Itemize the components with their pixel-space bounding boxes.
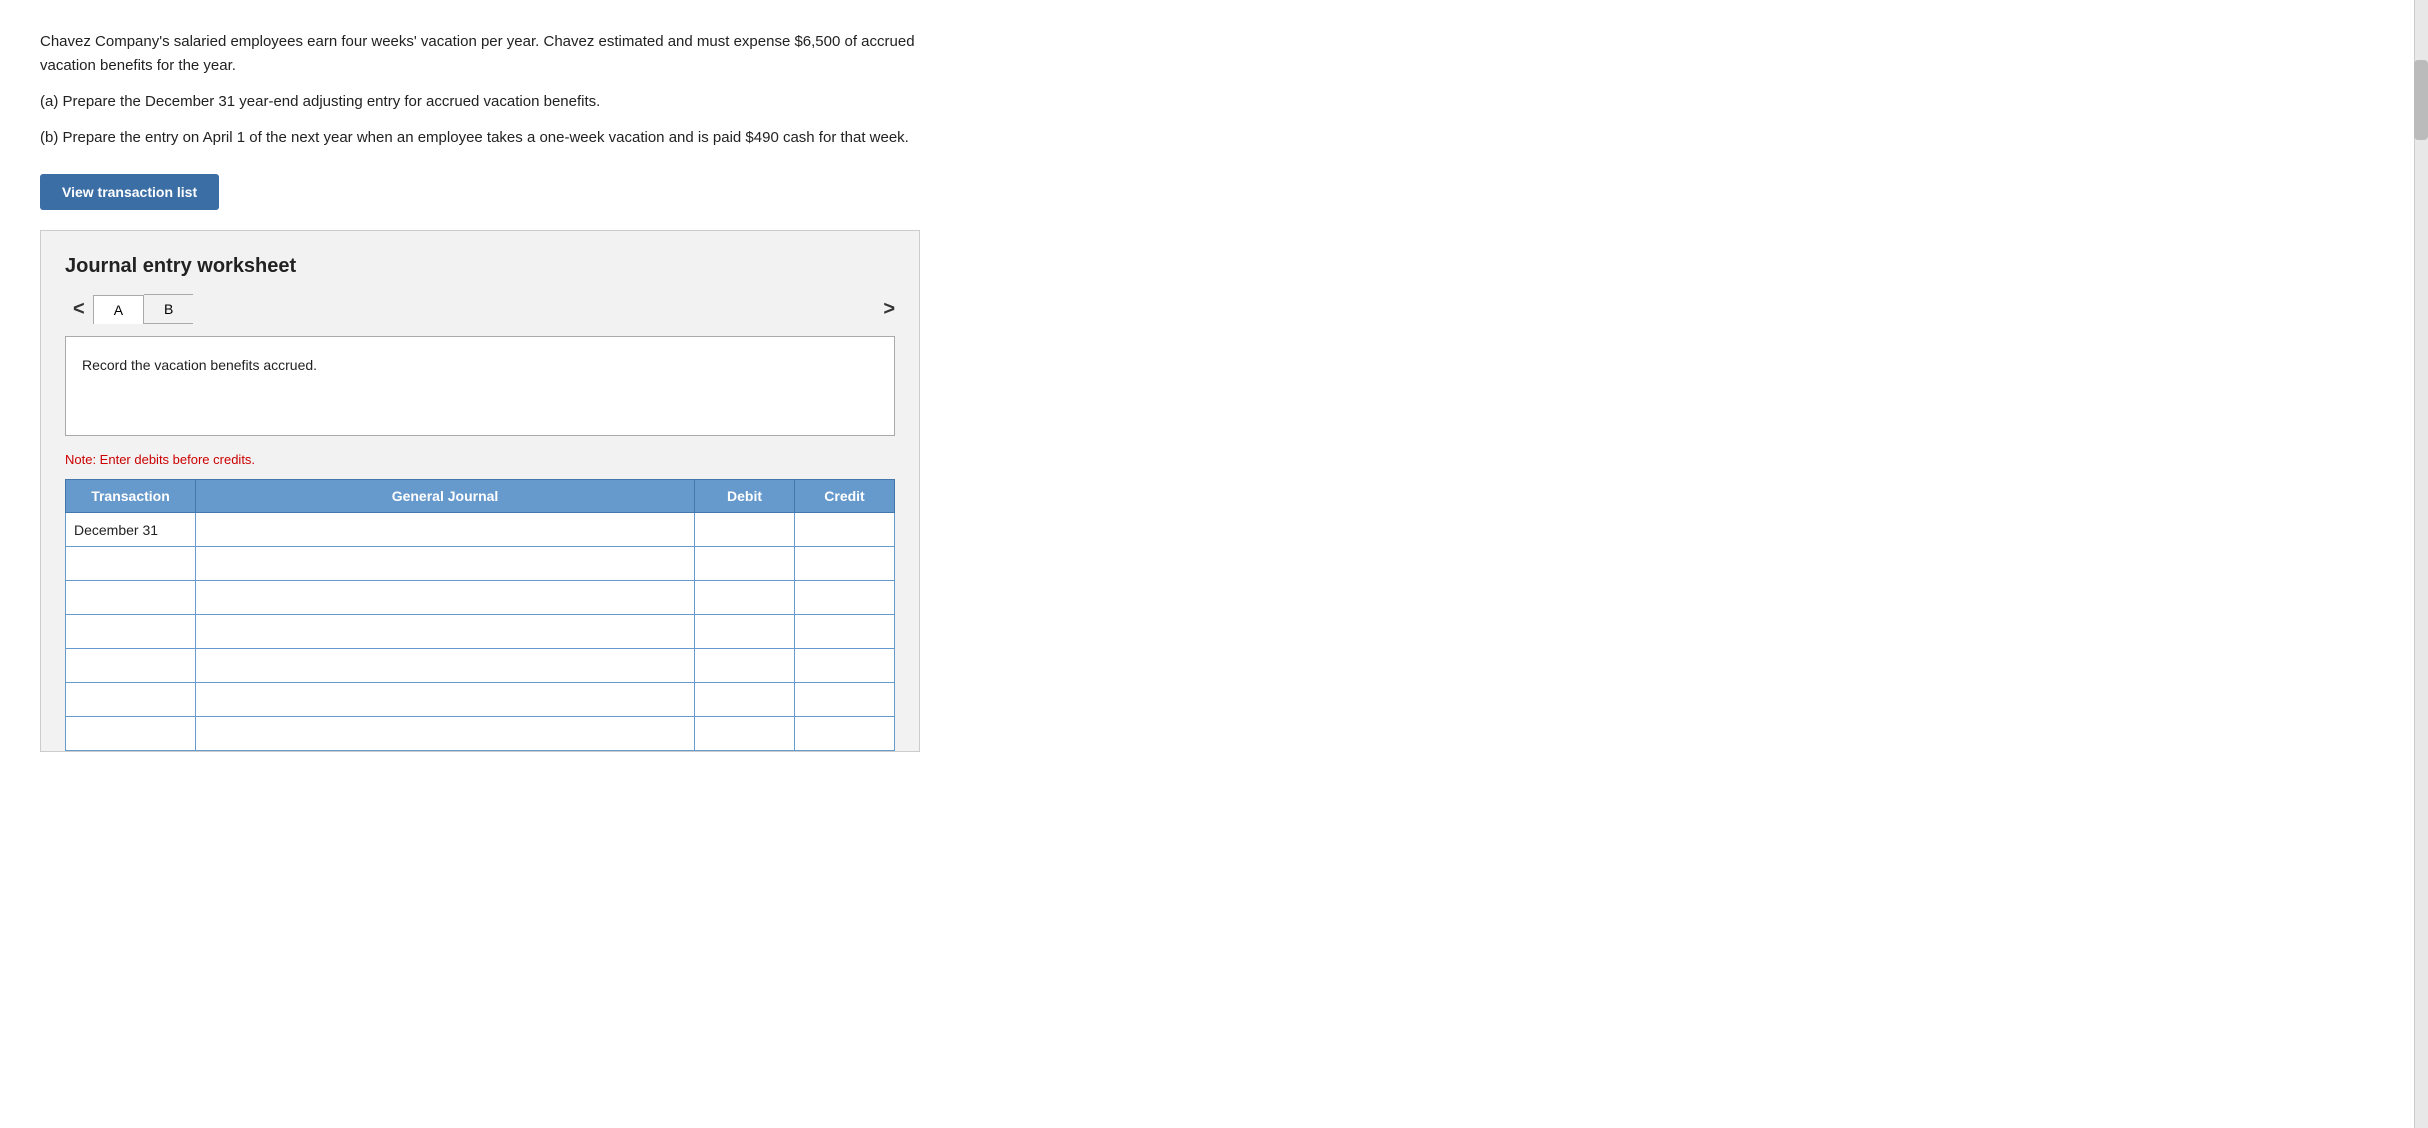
debit-cell[interactable] <box>695 513 795 547</box>
paragraph-1: Chavez Company's salaried employees earn… <box>40 30 960 78</box>
transaction-cell <box>66 683 196 717</box>
prev-tab-button[interactable]: < <box>65 298 93 321</box>
col-header-general-journal: General Journal <box>196 480 695 513</box>
debit-input[interactable] <box>703 556 786 572</box>
view-transactions-button[interactable]: View transaction list <box>40 174 219 210</box>
table-row <box>66 615 895 649</box>
general-journal-cell[interactable] <box>196 581 695 615</box>
table-row <box>66 547 895 581</box>
general-journal-input[interactable] <box>204 692 686 708</box>
debit-cell[interactable] <box>695 615 795 649</box>
debit-input[interactable] <box>703 726 786 742</box>
credit-input[interactable] <box>803 624 886 640</box>
credit-cell[interactable] <box>795 683 895 717</box>
credit-cell[interactable] <box>795 615 895 649</box>
debit-cell[interactable] <box>695 547 795 581</box>
credit-cell[interactable] <box>795 649 895 683</box>
credit-input[interactable] <box>803 590 886 606</box>
debit-cell[interactable] <box>695 717 795 751</box>
col-header-debit: Debit <box>695 480 795 513</box>
general-journal-input[interactable] <box>204 590 686 606</box>
journal-entry-worksheet: Journal entry worksheet < A B > Record t… <box>40 230 920 752</box>
credit-input[interactable] <box>803 726 886 742</box>
general-journal-cell[interactable] <box>196 513 695 547</box>
general-journal-input[interactable] <box>204 658 686 674</box>
note-text: Note: Enter debits before credits. <box>65 452 895 467</box>
general-journal-input[interactable] <box>204 522 686 538</box>
credit-input[interactable] <box>803 522 886 538</box>
scrollbar-thumb[interactable] <box>2414 60 2428 140</box>
general-journal-input[interactable] <box>204 624 686 640</box>
general-journal-input[interactable] <box>204 556 686 572</box>
credit-cell[interactable] <box>795 547 895 581</box>
debit-cell[interactable] <box>695 649 795 683</box>
transaction-cell: December 31 <box>66 513 196 547</box>
credit-cell[interactable] <box>795 717 895 751</box>
next-tab-button[interactable]: > <box>883 298 895 321</box>
table-row <box>66 717 895 751</box>
transaction-cell <box>66 547 196 581</box>
debit-input[interactable] <box>703 692 786 708</box>
transaction-cell <box>66 581 196 615</box>
problem-text: Chavez Company's salaried employees earn… <box>40 30 960 150</box>
transaction-cell <box>66 649 196 683</box>
table-row <box>66 683 895 717</box>
table-row: December 31 <box>66 513 895 547</box>
instruction-text: Record the vacation benefits accrued. <box>82 357 317 373</box>
transaction-cell <box>66 717 196 751</box>
debit-cell[interactable] <box>695 581 795 615</box>
general-journal-cell[interactable] <box>196 615 695 649</box>
general-journal-cell[interactable] <box>196 547 695 581</box>
paragraph-2a: (a) Prepare the December 31 year-end adj… <box>40 90 960 114</box>
credit-cell[interactable] <box>795 513 895 547</box>
journal-table: Transaction General Journal Debit Credit… <box>65 479 895 751</box>
instruction-box: Record the vacation benefits accrued. <box>65 336 895 436</box>
table-header-row: Transaction General Journal Debit Credit <box>66 480 895 513</box>
debit-input[interactable] <box>703 522 786 538</box>
scrollbar[interactable] <box>2414 0 2428 1128</box>
tabs-row: < A B > <box>65 294 895 324</box>
debit-cell[interactable] <box>695 683 795 717</box>
general-journal-input[interactable] <box>204 726 686 742</box>
debit-input[interactable] <box>703 590 786 606</box>
general-journal-cell[interactable] <box>196 649 695 683</box>
paragraph-2b: (b) Prepare the entry on April 1 of the … <box>40 126 960 150</box>
general-journal-cell[interactable] <box>196 717 695 751</box>
tab-b[interactable]: B <box>144 294 193 324</box>
credit-cell[interactable] <box>795 581 895 615</box>
table-row <box>66 581 895 615</box>
worksheet-title: Journal entry worksheet <box>65 255 895 278</box>
general-journal-cell[interactable] <box>196 683 695 717</box>
col-header-transaction: Transaction <box>66 480 196 513</box>
tab-a[interactable]: A <box>93 295 144 324</box>
debit-input[interactable] <box>703 658 786 674</box>
col-header-credit: Credit <box>795 480 895 513</box>
credit-input[interactable] <box>803 692 886 708</box>
credit-input[interactable] <box>803 556 886 572</box>
credit-input[interactable] <box>803 658 886 674</box>
table-row <box>66 649 895 683</box>
debit-input[interactable] <box>703 624 786 640</box>
transaction-cell <box>66 615 196 649</box>
